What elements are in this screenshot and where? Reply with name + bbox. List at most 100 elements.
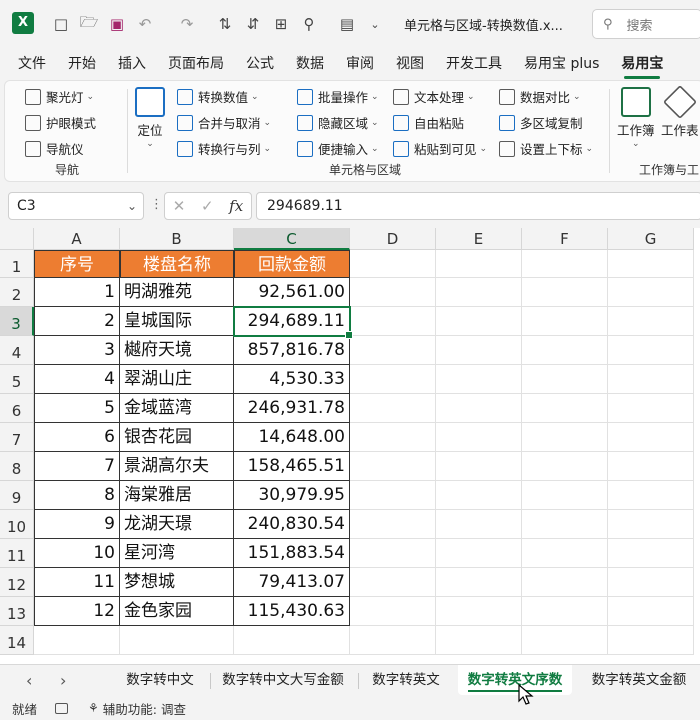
find-icon[interactable]: ⚲ bbox=[296, 11, 322, 37]
column-header[interactable]: A bbox=[34, 228, 120, 250]
row-header[interactable]: 3 bbox=[0, 307, 34, 336]
cell[interactable] bbox=[522, 336, 608, 365]
table-cell[interactable]: 294,689.11 bbox=[234, 307, 350, 336]
table-cell[interactable]: 1 bbox=[34, 278, 120, 307]
table-cell[interactable]: 9 bbox=[34, 510, 120, 539]
cell[interactable] bbox=[350, 626, 436, 655]
merge-unmerge-button[interactable]: 合并与取消 ⌄ bbox=[177, 113, 271, 132]
row-header[interactable]: 4 bbox=[0, 336, 34, 365]
ribbon-tab[interactable]: 易用宝 bbox=[610, 48, 674, 80]
column-header[interactable]: D bbox=[350, 228, 436, 250]
row-header[interactable]: 10 bbox=[0, 510, 34, 539]
table-cell[interactable]: 金色家园 bbox=[120, 597, 234, 626]
cell[interactable] bbox=[120, 626, 234, 655]
cell[interactable] bbox=[350, 481, 436, 510]
table-cell[interactable]: 857,816.78 bbox=[234, 336, 350, 365]
enter-icon[interactable]: ✓ bbox=[201, 197, 214, 215]
cell[interactable] bbox=[608, 626, 694, 655]
table-cell[interactable]: 景湖高尔夫 bbox=[120, 452, 234, 481]
column-header[interactable]: B bbox=[120, 228, 234, 250]
cell[interactable] bbox=[608, 452, 694, 481]
table-cell[interactable]: 4,530.33 bbox=[234, 365, 350, 394]
cell[interactable] bbox=[350, 307, 436, 336]
sheet-tab[interactable]: 数字转英文序数 bbox=[458, 665, 572, 695]
table-cell[interactable]: 银杏花园 bbox=[120, 423, 234, 452]
cell[interactable] bbox=[350, 423, 436, 452]
table-cell[interactable]: 12 bbox=[34, 597, 120, 626]
table-cell[interactable]: 龙湖天璟 bbox=[120, 510, 234, 539]
cell[interactable] bbox=[522, 481, 608, 510]
table-cell[interactable]: 明湖雅苑 bbox=[120, 278, 234, 307]
cell[interactable] bbox=[608, 336, 694, 365]
cell[interactable] bbox=[522, 365, 608, 394]
cell[interactable] bbox=[608, 250, 694, 278]
text-process-button[interactable]: 文本处理 ⌄ bbox=[393, 87, 475, 106]
cell[interactable] bbox=[34, 626, 120, 655]
cell[interactable] bbox=[608, 365, 694, 394]
sort-descending-icon[interactable]: ⇵ bbox=[240, 11, 266, 37]
table-cell[interactable]: 79,413.07 bbox=[234, 568, 350, 597]
cell[interactable] bbox=[436, 278, 522, 307]
cell[interactable] bbox=[608, 539, 694, 568]
table-cell[interactable]: 7 bbox=[34, 452, 120, 481]
locate-button[interactable]: 定位 ⌄ bbox=[135, 87, 165, 149]
column-header[interactable]: E bbox=[436, 228, 522, 250]
table-cell[interactable]: 14,648.00 bbox=[234, 423, 350, 452]
ribbon-tab[interactable]: 审阅 bbox=[335, 48, 385, 80]
table-cell[interactable]: 星河湾 bbox=[120, 539, 234, 568]
cell[interactable] bbox=[436, 336, 522, 365]
new-file-icon[interactable]: □ bbox=[48, 11, 74, 37]
cell[interactable] bbox=[436, 597, 522, 626]
sheet-tab[interactable]: 数字转英文金额 bbox=[578, 665, 700, 695]
form-icon[interactable]: ▤ bbox=[334, 11, 360, 37]
ribbon-tab[interactable]: 文件 bbox=[7, 48, 57, 80]
sheet-tab[interactable]: 数字转英文 bbox=[360, 665, 452, 695]
paste-visible-button[interactable]: 粘贴到可见 ⌄ bbox=[393, 139, 487, 158]
workbook-button[interactable]: 工作簿 ⌄ bbox=[617, 87, 655, 149]
table-cell[interactable]: 4 bbox=[34, 365, 120, 394]
row-header[interactable]: 6 bbox=[0, 394, 34, 423]
table-cell[interactable]: 翠湖山庄 bbox=[120, 365, 234, 394]
next-sheet-icon[interactable]: › bbox=[60, 671, 66, 690]
row-header[interactable]: 11 bbox=[0, 539, 34, 568]
insert-function-icon[interactable]: fx bbox=[229, 197, 243, 215]
cell[interactable] bbox=[608, 510, 694, 539]
ribbon-tab[interactable]: 数据 bbox=[285, 48, 335, 80]
quick-input-button[interactable]: 便捷输入 ⌄ bbox=[297, 139, 379, 158]
table-cell[interactable]: 海棠雅居 bbox=[120, 481, 234, 510]
cell[interactable] bbox=[436, 394, 522, 423]
table-cell[interactable]: 8 bbox=[34, 481, 120, 510]
name-box[interactable]: C3 ⌄ bbox=[8, 192, 144, 220]
cell[interactable] bbox=[350, 336, 436, 365]
accessibility-status[interactable]: 辅助功能: 调查 bbox=[103, 699, 186, 718]
ribbon-tab[interactable]: 易用宝 plus bbox=[513, 48, 610, 80]
hide-range-button[interactable]: 隐藏区域 ⌄ bbox=[297, 113, 379, 132]
table-cell[interactable]: 梦想城 bbox=[120, 568, 234, 597]
cell[interactable] bbox=[608, 481, 694, 510]
sheet-tab[interactable]: 数字转中文大写金额 bbox=[212, 665, 354, 695]
formula-input[interactable]: 294689.11 bbox=[256, 192, 700, 220]
row-header[interactable]: 9 bbox=[0, 481, 34, 510]
table-cell[interactable]: 240,830.54 bbox=[234, 510, 350, 539]
table-cell[interactable]: 158,465.51 bbox=[234, 452, 350, 481]
cell[interactable] bbox=[522, 250, 608, 278]
cell[interactable] bbox=[522, 568, 608, 597]
table-cell[interactable]: 6 bbox=[34, 423, 120, 452]
cell[interactable] bbox=[350, 510, 436, 539]
cell[interactable] bbox=[234, 626, 350, 655]
cell[interactable] bbox=[522, 394, 608, 423]
eye-care-button[interactable]: 护眼模式 bbox=[25, 113, 96, 132]
ribbon-tab[interactable]: 公式 bbox=[235, 48, 285, 80]
worksheet-button[interactable]: 工作表 bbox=[661, 85, 699, 139]
open-folder-icon[interactable]: 🗁 bbox=[76, 11, 102, 37]
redo-icon[interactable]: ↷ bbox=[174, 11, 200, 37]
table-cell[interactable]: 30,979.95 bbox=[234, 481, 350, 510]
search-box[interactable]: ⚲ 搜索 bbox=[592, 9, 700, 39]
column-header[interactable]: G bbox=[608, 228, 694, 250]
table-cell[interactable]: 金域蓝湾 bbox=[120, 394, 234, 423]
row-header[interactable]: 13 bbox=[0, 597, 34, 626]
cell[interactable] bbox=[522, 423, 608, 452]
table-cell[interactable]: 246,931.78 bbox=[234, 394, 350, 423]
cell[interactable] bbox=[350, 568, 436, 597]
ribbon-tab[interactable]: 视图 bbox=[385, 48, 435, 80]
